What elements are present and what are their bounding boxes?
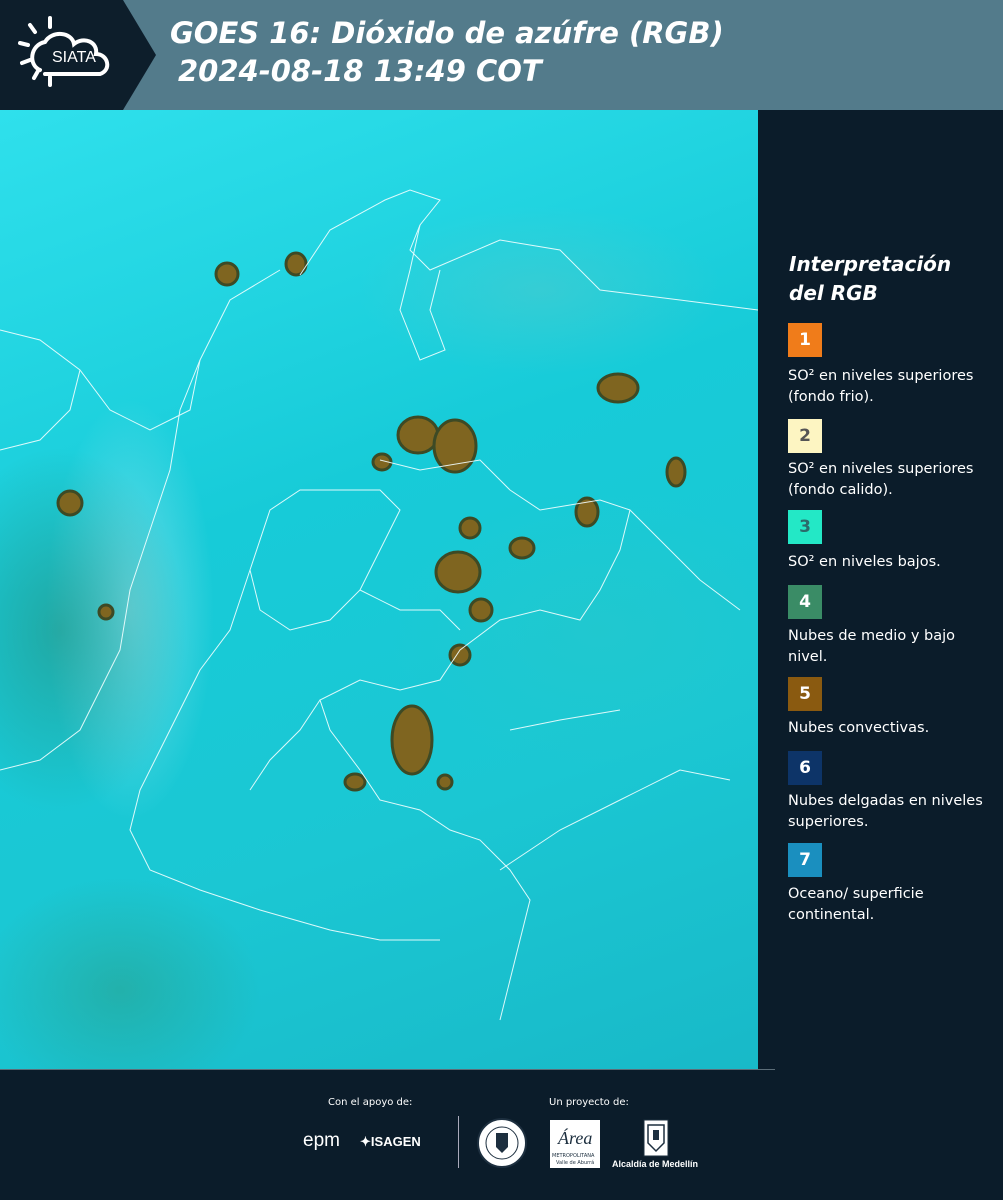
logo-panel: SIATA <box>0 0 156 110</box>
legend-swatch-4: 4 <box>788 585 822 619</box>
legend-label-7: Oceano/ superficie continental. <box>788 886 924 923</box>
project-label: Un proyecto de: <box>549 1097 629 1108</box>
legend-swatch-3: 3 <box>788 510 822 544</box>
medellin-seal-icon <box>477 1118 527 1168</box>
legend-swatch-2: 2 <box>788 419 822 453</box>
country-borders <box>0 189 758 1021</box>
legend-title-line2: del RGB <box>789 281 878 305</box>
legend-label-3: SO² en niveles bajos. <box>788 554 941 570</box>
satellite-map <box>0 110 758 1070</box>
isagen-icon: ✦ <box>360 1134 371 1149</box>
area-logo-text: Área <box>558 1128 593 1148</box>
legend-label-4: Nubes de medio y bajo nivel. <box>788 628 955 665</box>
legend-label-1: SO² en niveles superiores (fondo frio). <box>788 368 974 405</box>
svg-text:SIATA: SIATA <box>52 49 96 66</box>
legend-title-line1: Interpretación <box>789 252 952 276</box>
area-logo-subtitle: METROPOLITANA <box>552 1153 595 1159</box>
isagen-logo: ✦ISAGEN <box>360 1134 421 1150</box>
area-logo-subtitle2: Valle de Aburrá <box>556 1160 595 1166</box>
alcaldia-medellin-label: Alcaldía de Medellín <box>612 1159 699 1169</box>
header: SIATA GOES 16: Dióxido de azúfre (RGB) 2… <box>0 0 1003 110</box>
convective-clouds <box>56 251 687 792</box>
support-label: Con el apoyo de: <box>328 1097 413 1108</box>
epm-logo: epm <box>303 1130 340 1151</box>
legend-label-5: Nubes convectivas. <box>788 720 930 736</box>
siata-logo: SIATA <box>18 16 110 87</box>
legend-swatch-1: 1 <box>788 323 822 357</box>
medellin-shield-icon <box>643 1119 669 1157</box>
legend-title: Interpretación del RGB <box>789 250 989 308</box>
page-timestamp: 2024-08-18 13:49 COT <box>178 54 542 88</box>
area-metropolitana-logo: Área METROPOLITANA Valle de Aburrá <box>550 1120 600 1168</box>
legend-swatch-6: 6 <box>788 751 822 785</box>
footer-separator <box>0 1069 775 1070</box>
legend-swatch-7: 7 <box>788 843 822 877</box>
legend-label-2: SO² en niveles superiores (fondo calido)… <box>788 461 974 498</box>
isagen-logo-text: ISAGEN <box>370 1134 421 1149</box>
legend-label-6: Nubes delgadas en niveles superiores. <box>788 793 983 830</box>
legend-swatch-5: 5 <box>788 677 822 711</box>
map-overlay <box>0 189 758 1021</box>
footer-divider <box>458 1116 459 1168</box>
page-title: GOES 16: Dióxido de azúfre (RGB) <box>170 16 724 50</box>
